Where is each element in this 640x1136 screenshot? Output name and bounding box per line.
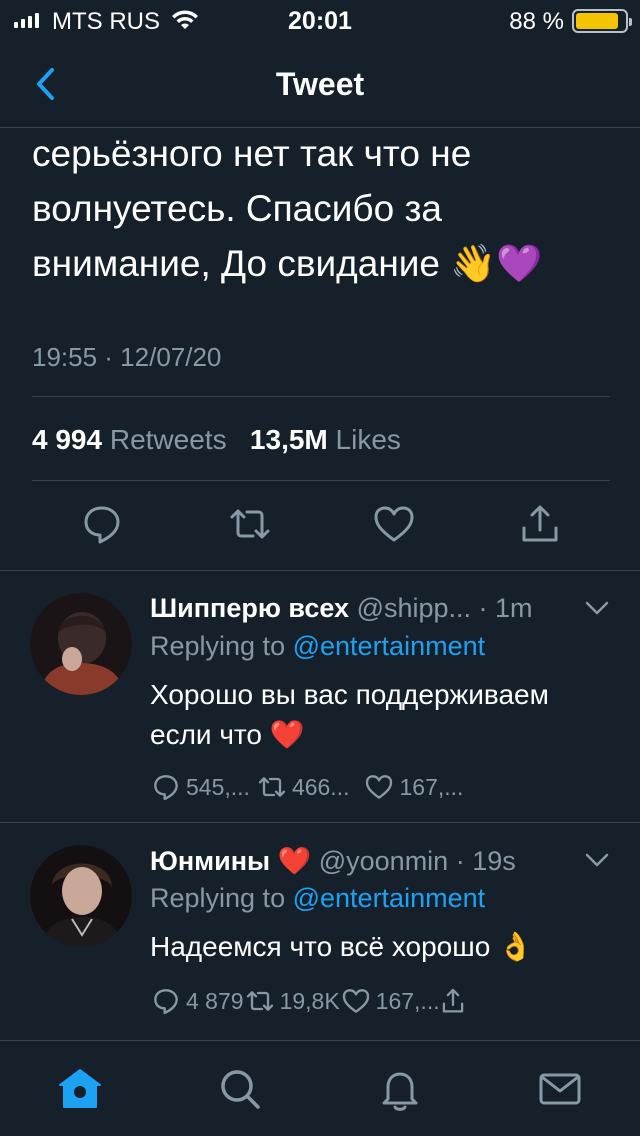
- reply-actions: 4 879 19,8K 167,...: [150, 985, 466, 1017]
- notifications-icon: [382, 1072, 418, 1111]
- retweets-label[interactable]: Retweets: [110, 424, 227, 455]
- retweet-icon: [258, 777, 286, 797]
- reply-icon: [84, 506, 120, 544]
- reply-text: Хорошо вы вас поддерживаем если что ❤️: [150, 675, 600, 755]
- more-options-button[interactable]: [584, 847, 610, 873]
- reply-time: · 19s: [455, 846, 516, 876]
- like-icon: [342, 989, 369, 1013]
- share-button[interactable]: [440, 985, 466, 1017]
- status-bar: MTS RUS 20:01 88 %: [0, 0, 640, 40]
- tweet-text-line: внимание, До свидание 👋💜: [32, 243, 543, 284]
- chevron-down-icon: [585, 601, 609, 615]
- tweet-timestamp: 19:55 · 12/07/20: [32, 342, 222, 372]
- tweet-stats: 4 994 Retweets 13,5M Likes: [32, 424, 401, 456]
- reply-button[interactable]: 545,...: [150, 771, 250, 803]
- like-button[interactable]: 167,...: [363, 771, 463, 803]
- replying-to: Replying to @entertainment: [150, 631, 485, 662]
- reply-button[interactable]: [78, 500, 126, 548]
- retweet-button[interactable]: [226, 500, 274, 548]
- reply-header: Юнмины ❤️ @yoonmin · 19s: [150, 845, 516, 877]
- navigation-bar: Tweet: [0, 40, 640, 128]
- retweet-icon: [246, 991, 273, 1011]
- divider: [32, 396, 610, 397]
- reply-count: 4 879: [186, 987, 244, 1014]
- display-name[interactable]: Шипперю всех: [150, 593, 349, 623]
- battery-icon: [572, 9, 632, 33]
- messages-icon: [539, 1073, 581, 1105]
- tweet-actions: [0, 500, 640, 550]
- mention-link[interactable]: @entertainment: [293, 883, 486, 913]
- page-title: Tweet: [275, 66, 365, 102]
- search-icon: [221, 1070, 260, 1109]
- avatar[interactable]: [30, 593, 132, 695]
- tweet-text: серьёзного нет так что не волнуетесь. Сп…: [32, 126, 612, 291]
- battery-percent: 88 %: [509, 8, 564, 35]
- reply-text-line: Хорошо вы вас поддерживаем: [150, 679, 549, 710]
- tweet-text-line: серьёзного нет так что не: [32, 133, 472, 174]
- share-button[interactable]: [516, 500, 564, 548]
- reply-actions: 545,... 466... 167,...: [150, 771, 463, 803]
- replying-to-label: Replying to: [150, 631, 286, 661]
- replying-to: Replying to @entertainment: [150, 883, 485, 914]
- like-button[interactable]: 167,...: [340, 985, 440, 1017]
- reply-count: 545,...: [186, 773, 250, 800]
- likes-count[interactable]: 13,5M: [250, 424, 328, 455]
- mention-link[interactable]: @entertainment: [293, 631, 486, 661]
- user-handle[interactable]: @yoonmin: [319, 846, 448, 876]
- divider: [32, 480, 610, 481]
- reply-icon: [154, 775, 178, 801]
- tweet-text-line: волнуетесь. Спасибо за: [32, 188, 442, 229]
- like-icon: [374, 506, 414, 542]
- more-options-button[interactable]: [584, 595, 610, 621]
- like-button[interactable]: [370, 500, 418, 548]
- like-count: 167,...: [375, 987, 440, 1014]
- battery-fill: [576, 13, 619, 29]
- tab-notifications[interactable]: [376, 1065, 424, 1113]
- reply-icon: [154, 989, 178, 1015]
- retweet-button[interactable]: 19,8K: [244, 985, 340, 1017]
- share-icon: [522, 505, 558, 542]
- likes-label[interactable]: Likes: [336, 424, 401, 455]
- user-handle[interactable]: @shipp...: [357, 593, 471, 623]
- reply-time: · 1m: [478, 593, 533, 623]
- tab-search[interactable]: [216, 1065, 264, 1113]
- retweet-button[interactable]: 466...: [256, 771, 350, 803]
- retweet-icon: [230, 509, 270, 539]
- reply-tweet[interactable]: Юнмины ❤️ @yoonmin · 19s Replying to @en…: [0, 823, 640, 1037]
- reply-button[interactable]: 4 879: [150, 985, 244, 1017]
- reply-tweet[interactable]: Шипперю всех @shipp... · 1m Replying to …: [0, 571, 640, 821]
- tab-home[interactable]: [56, 1065, 104, 1113]
- chevron-down-icon: [585, 853, 609, 867]
- share-icon: [442, 988, 463, 1013]
- retweet-count: 19,8K: [279, 987, 340, 1014]
- avatar[interactable]: [30, 845, 132, 947]
- display-name[interactable]: Юнмины ❤️: [150, 846, 311, 876]
- replying-to-label: Replying to: [150, 883, 286, 913]
- retweet-count: 466...: [291, 773, 350, 800]
- home-icon: [59, 1069, 101, 1108]
- reply-text-line: Надеемся что всё хорошо 👌: [150, 931, 533, 962]
- like-icon: [366, 775, 393, 799]
- retweets-count[interactable]: 4 994: [32, 424, 102, 455]
- reply-text: Надеемся что всё хорошо 👌: [150, 927, 600, 967]
- like-count: 167,...: [399, 773, 464, 800]
- reply-text-line: если что ❤️: [150, 719, 305, 750]
- reply-header: Шипперю всех @shipp... · 1m: [150, 593, 533, 624]
- tab-messages[interactable]: [536, 1065, 584, 1113]
- tab-bar: [0, 1040, 640, 1136]
